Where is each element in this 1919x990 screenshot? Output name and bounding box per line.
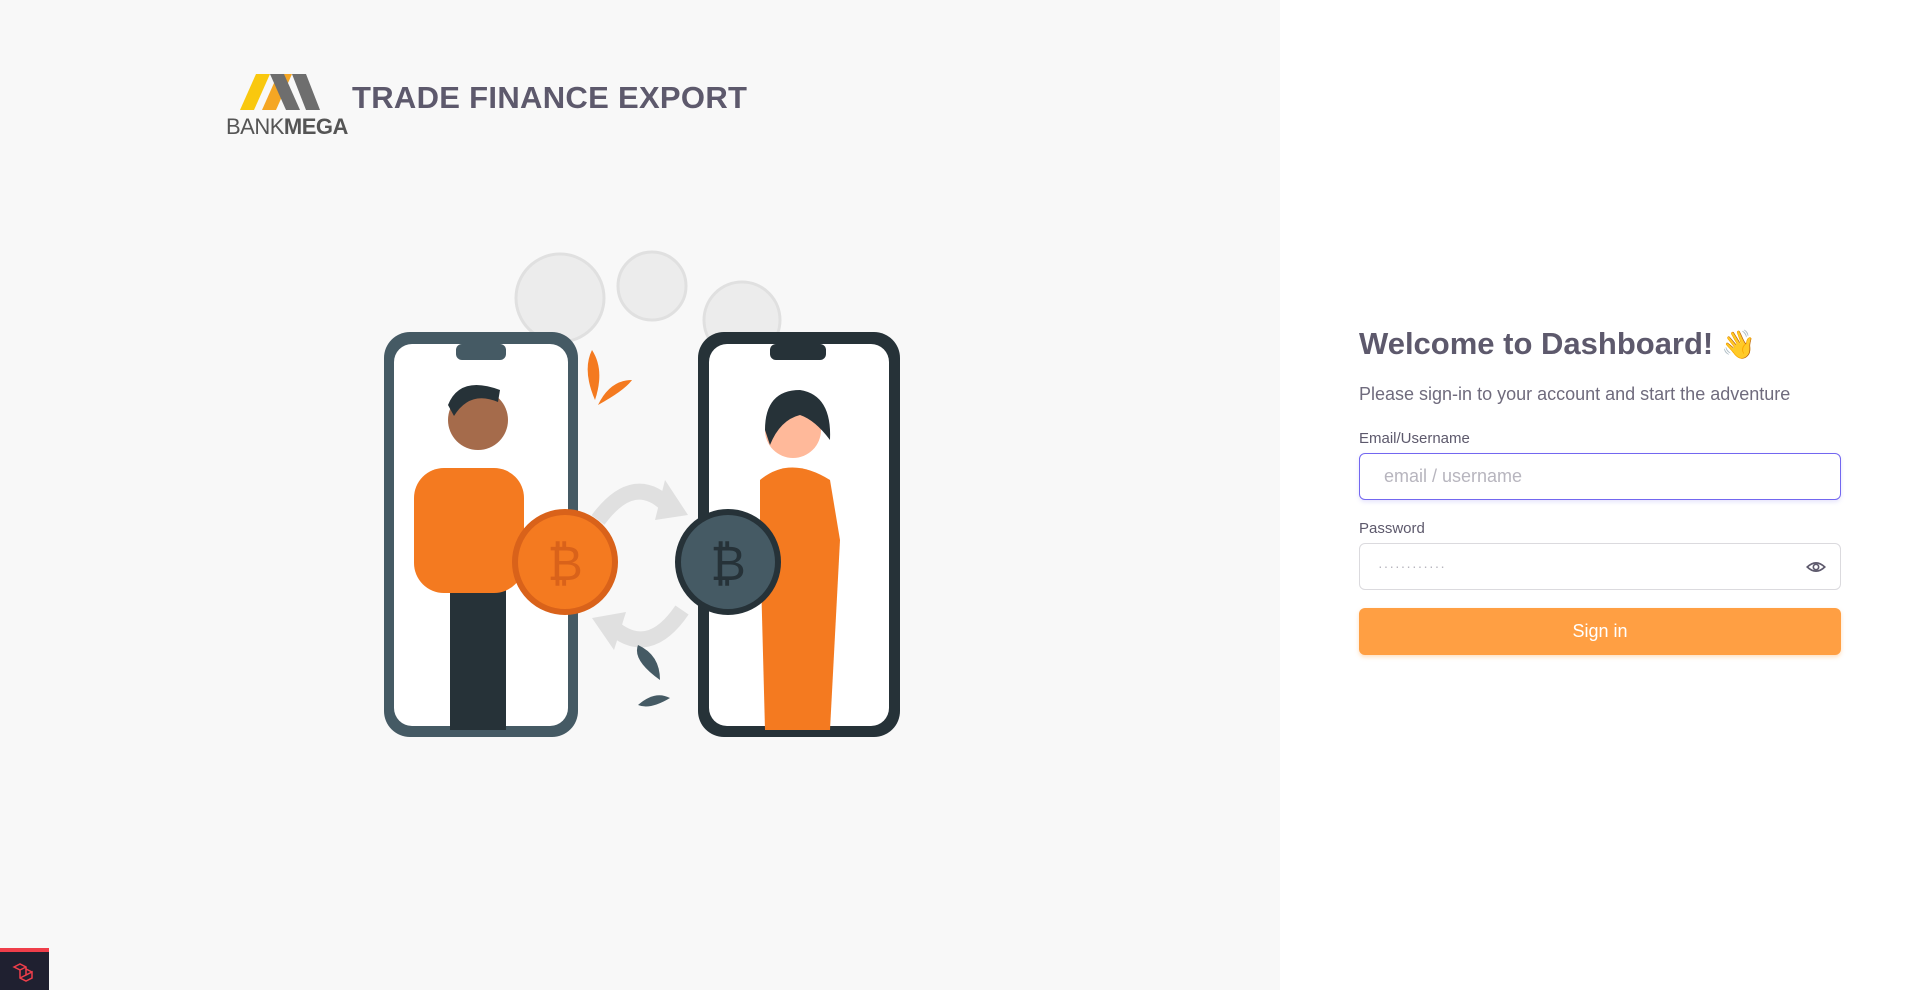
bank-mega-wordmark: BANKMEGA (226, 114, 348, 139)
app-title: TRADE FINANCE EXPORT (352, 80, 748, 115)
password-field-wrapper: ············ (1359, 543, 1841, 590)
welcome-subtitle: Please sign-in to your account and start… (1359, 384, 1791, 404)
svg-text:₿: ₿ (547, 536, 583, 592)
laravel-icon (12, 963, 33, 982)
svg-text:₿: ₿ (710, 536, 746, 592)
email-label: Email/Username (1359, 430, 1470, 447)
password-placeholder: ············ (1378, 558, 1446, 574)
crypto-exchange-illustration: ₿ ₿ (384, 250, 900, 737)
debugbar-toggle[interactable] (0, 948, 49, 990)
bank-mega-logo-mark (240, 74, 320, 110)
waving-hand-icon: 👋 (1721, 329, 1757, 360)
password-label: Password (1359, 520, 1425, 537)
email-input[interactable] (1360, 454, 1840, 499)
bank-mega-logo: BANKMEGA (224, 70, 348, 140)
welcome-heading: Welcome to Dashboard! 👋 (1359, 326, 1757, 361)
eye-icon[interactable] (1806, 557, 1826, 577)
sign-in-button[interactable]: Sign in (1359, 608, 1841, 655)
login-form: Welcome to Dashboard! 👋 Please sign-in to… (1359, 320, 1841, 655)
illustration-pane: BANKMEGA TRADE FINANCE EXPORT ₿ ₿ (0, 0, 1280, 990)
email-field-wrapper (1359, 453, 1841, 500)
